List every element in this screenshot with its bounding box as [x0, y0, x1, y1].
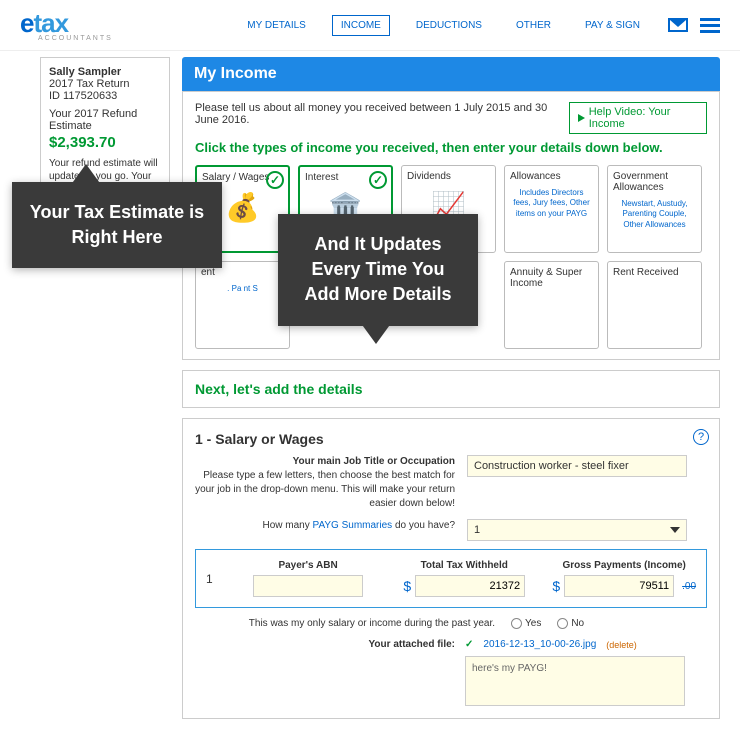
intro-text: Please tell us about all money you recei… [195, 102, 569, 126]
gross-header: Gross Payments (Income) [562, 560, 685, 571]
logo[interactable]: etax ACCOUNTANTS [20, 8, 113, 42]
cents-suffix: .00 [682, 581, 696, 592]
next-details-heading: Next, let's add the details [182, 370, 720, 408]
callout-tax-estimate: Your Tax Estimate is Right Here [12, 182, 222, 268]
tile-subtext: Includes Directors fees, Jury fees, Othe… [510, 188, 593, 219]
user-name: Sally Sampler [49, 66, 121, 78]
attached-file-label: Your attached file: [195, 639, 455, 650]
section-title: 1 - Salary or Wages [195, 431, 707, 447]
instruction-text: Click the types of income you received, … [195, 140, 707, 155]
tile-allowances[interactable]: Allowances Includes Directors fees, Jury… [504, 165, 599, 253]
tax-withheld-input[interactable] [415, 575, 525, 597]
job-title-input[interactable]: Construction worker - steel fixer [467, 455, 687, 477]
top-nav: MY DETAILS INCOME DEDUCTIONS OTHER PAY &… [239, 15, 648, 36]
check-icon [369, 171, 387, 189]
help-icon[interactable]: ? [693, 429, 709, 445]
app-header: etax ACCOUNTANTS MY DETAILS INCOME DEDUC… [0, 0, 740, 51]
abn-input[interactable] [253, 575, 363, 597]
tax-year: 2017 Tax Return [49, 78, 161, 90]
payg-summaries-link[interactable]: PAYG Summaries [313, 520, 393, 531]
tile-annuity-super[interactable]: Annuity & Super Income [504, 261, 599, 349]
dollar-icon: $ [552, 578, 560, 594]
payg-summary-box: 1 Payer's ABN Total Tax Withheld $ Gross… [195, 549, 707, 608]
payg-count-label: How many PAYG Summaries do you have? [195, 519, 455, 533]
only-salary-label: This was my only salary or income during… [195, 618, 495, 629]
tax-withheld-header: Total Tax Withheld [421, 560, 508, 571]
file-comment-textarea[interactable]: here's my PAYG! [465, 656, 685, 706]
payg-count-select[interactable]: 1 [467, 519, 687, 541]
attached-file-link[interactable]: 2016-12-13_10-00-26.jpg [483, 639, 596, 650]
payg-row-number: 1 [206, 572, 220, 586]
logo-subtitle: ACCOUNTANTS [38, 35, 113, 42]
mail-icon[interactable] [668, 18, 688, 32]
user-id: ID 117520633 [49, 90, 161, 102]
tile-row2-a[interactable]: ent . Pa nt S [195, 261, 290, 349]
nav-other[interactable]: OTHER [508, 16, 559, 35]
menu-icon[interactable] [700, 15, 720, 36]
job-title-label: Your main Job Title or Occupation Please… [195, 455, 455, 511]
nav-pay-sign[interactable]: PAY & SIGN [577, 16, 648, 35]
chevron-down-icon [670, 527, 680, 533]
tile-rent-received[interactable]: Rent Received [607, 261, 702, 349]
checkmark-icon: ✓ [465, 639, 473, 650]
only-salary-yes[interactable]: Yes [511, 618, 541, 629]
tile-gov-allowances[interactable]: Government Allowances Newstart, Austudy,… [607, 165, 702, 253]
nav-my-details[interactable]: MY DETAILS [239, 16, 314, 35]
dollar-icon: $ [403, 578, 411, 594]
page-title: My Income [182, 57, 720, 91]
gross-input[interactable] [564, 575, 674, 597]
tile-subtext: . Pa nt S [201, 284, 284, 294]
play-icon [578, 114, 585, 122]
delete-file-link[interactable]: (delete) [606, 640, 637, 650]
nav-income[interactable]: INCOME [332, 15, 390, 36]
refund-label: Your 2017 Refund Estimate [49, 108, 161, 132]
tile-subtext: Newstart, Austudy, Parenting Couple, Oth… [613, 199, 696, 230]
nav-deductions[interactable]: DEDUCTIONS [408, 16, 490, 35]
only-salary-no[interactable]: No [557, 618, 584, 629]
refund-value: $2,393.70 [49, 134, 161, 151]
callout-updates: And It Updates Every Time You Add More D… [278, 214, 478, 326]
abn-header: Payer's ABN [278, 560, 337, 571]
check-icon [266, 171, 284, 189]
section-salary-wages: ? 1 - Salary or Wages Your main Job Titl… [182, 418, 720, 719]
help-video-button[interactable]: Help Video: Your Income [569, 102, 707, 134]
